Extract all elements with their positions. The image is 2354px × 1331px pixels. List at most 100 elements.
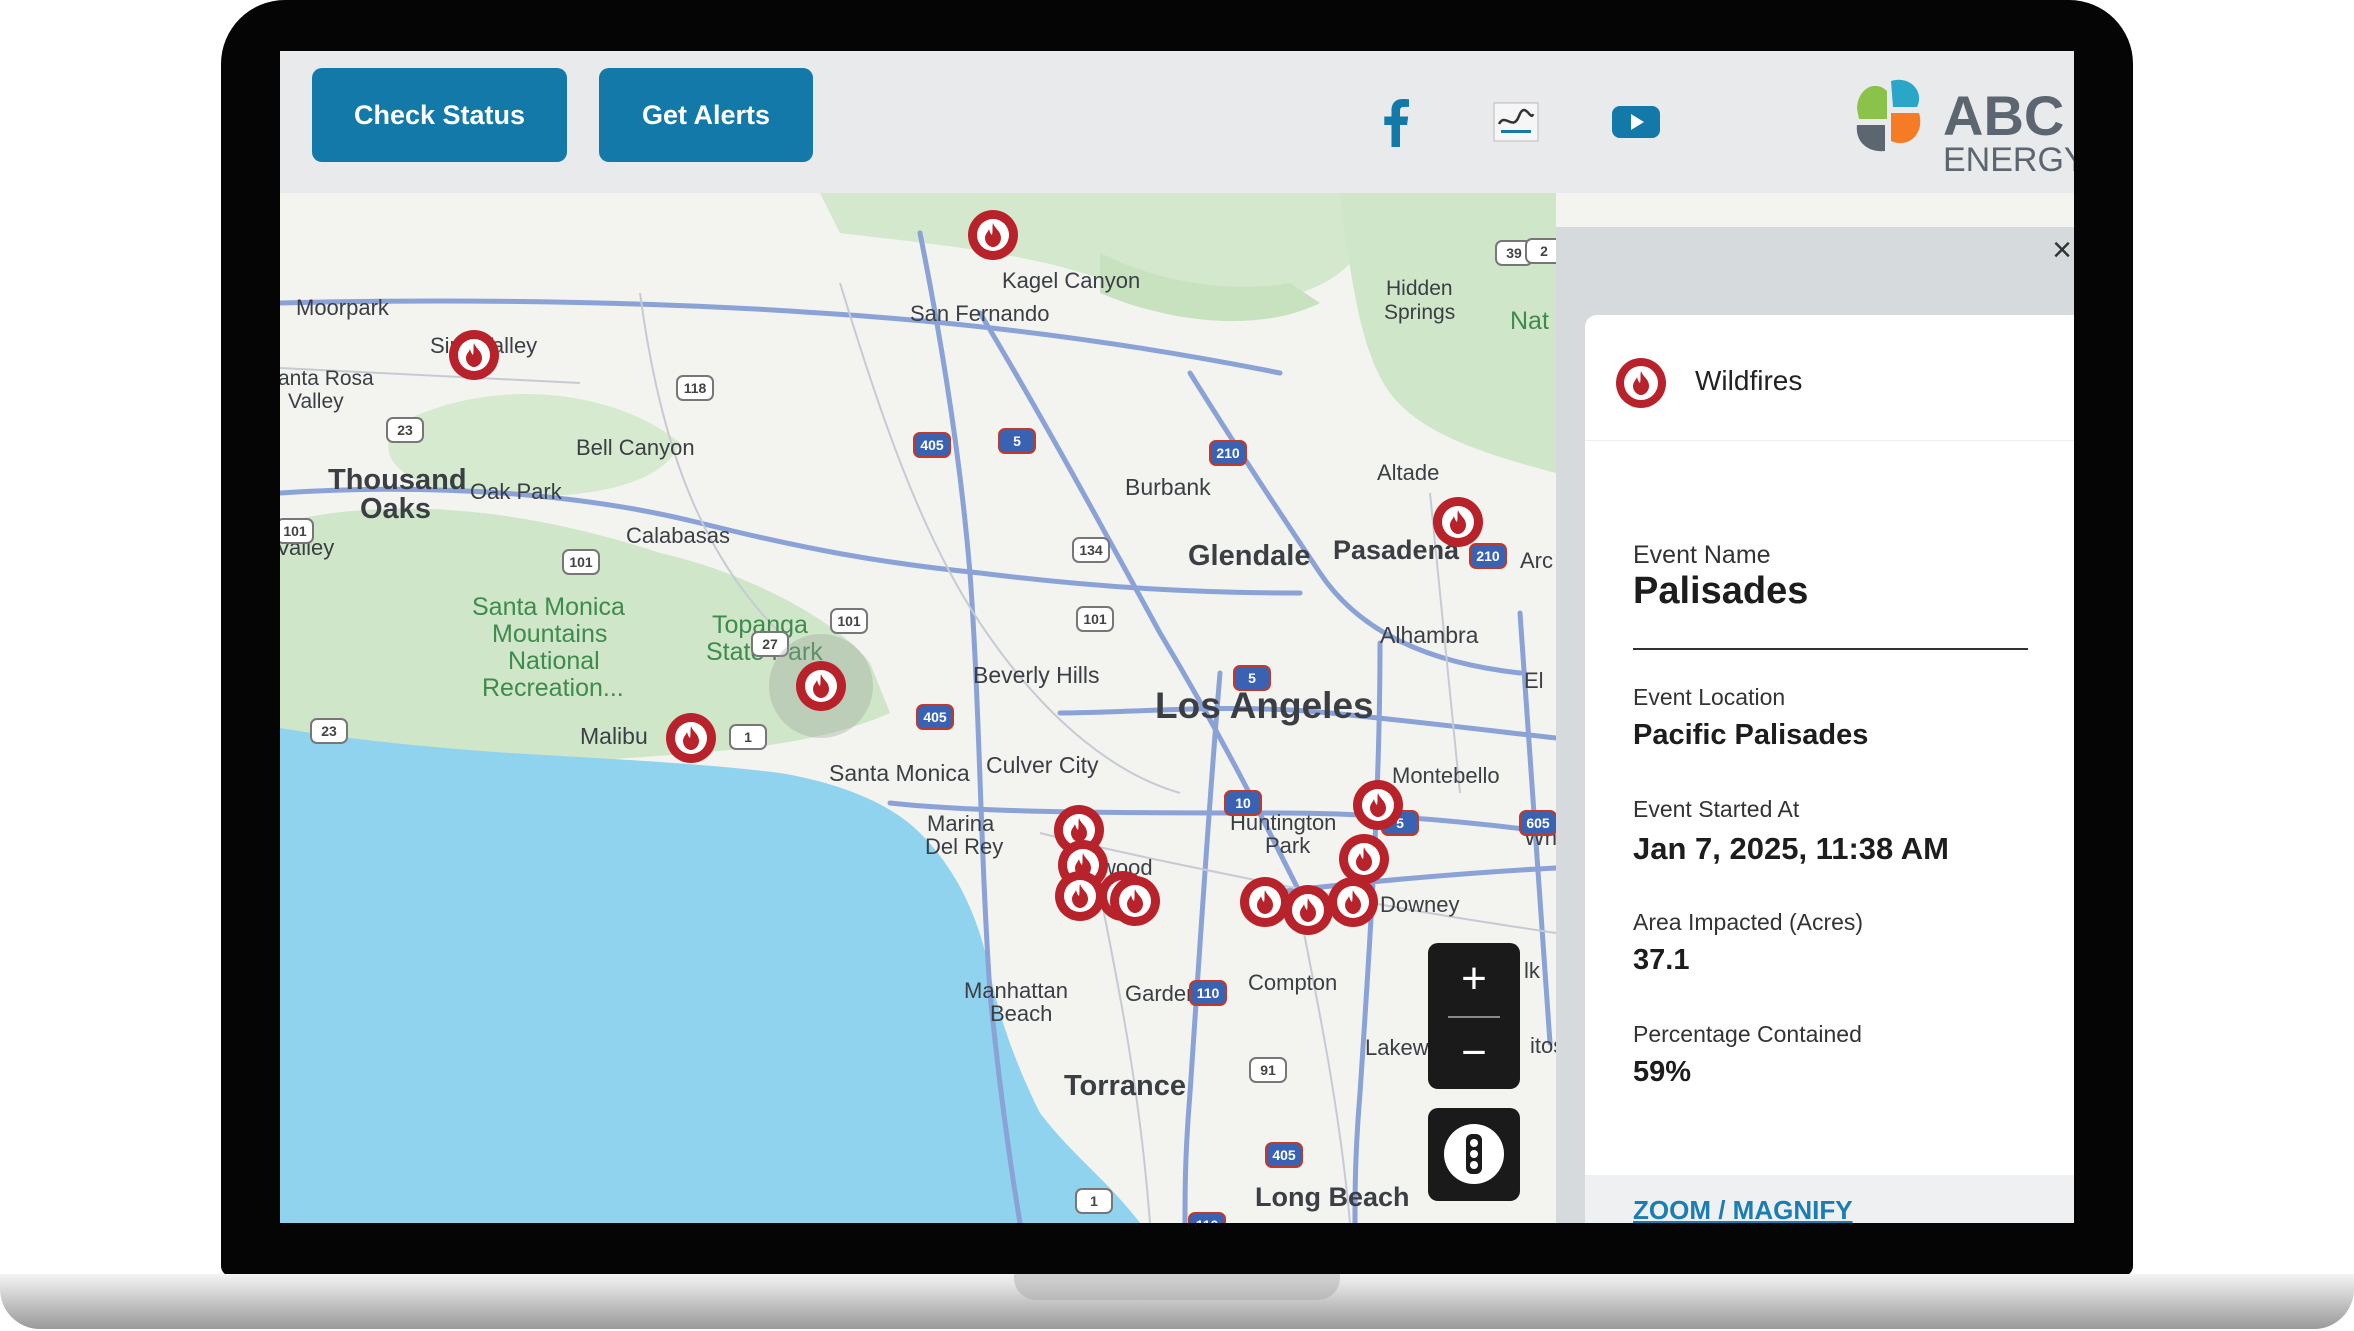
route-shield: 405 [1265,1142,1303,1168]
map-label: San Fernando [910,301,1049,326]
route-shield: 210 [1209,440,1247,466]
map-label: Springs [1384,301,1455,324]
map-label: Hidden [1386,277,1453,300]
map-label: Santa Monica [829,760,970,786]
facebook-icon[interactable] [1367,93,1425,151]
area-impacted-value: 37.1 [1633,944,1690,976]
map-label: Oak Park [470,479,563,504]
event-name-divider [1633,648,2028,650]
map-label: Del Rey [925,834,1003,859]
zoom-control: + − [1428,943,1520,1089]
route-shield-label: 101 [837,613,861,629]
zoom-out-button[interactable]: − [1428,1017,1520,1089]
abc-energy-logo: ABC ENERGY [1847,69,2074,179]
map-label: Glendale [1188,540,1311,572]
wildfire-marker[interactable] [968,210,1018,260]
event-location-value: Pacific Palisades [1633,719,1869,751]
route-shield: 405 [913,432,951,458]
map-label: Manhattan [964,978,1068,1003]
event-start-label: Event Started At [1633,796,1800,822]
wildfire-icon [1616,358,1666,408]
map-label: Oaks [360,493,431,525]
route-shield-label: 210 [1216,445,1240,461]
map-label: Compton [1248,970,1337,995]
map-label: Calabasas [626,523,730,548]
map-label: Burbank [1125,474,1211,500]
route-shield: 91 [1249,1057,1287,1083]
route-shield: 134 [1072,537,1110,563]
map-label: Alhambra [1380,622,1479,648]
check-status-button[interactable]: Check Status [312,68,567,162]
wildfire-marker[interactable] [1283,885,1333,935]
app-screen: Check Status Get Alerts ABC ENERGY Moorp… [280,51,2074,1223]
map-label: Lakew [1365,1035,1429,1060]
youtube-icon[interactable] [1607,93,1665,151]
route-shield: 5 [998,428,1036,454]
wildfire-marker[interactable] [1055,871,1105,921]
route-shield-label: 91 [1260,1062,1276,1078]
map-label: National [508,647,600,675]
map-label: Beverly Hills [973,662,1100,688]
wildfire-marker[interactable] [1433,497,1483,547]
event-name-value: Palisades [1633,570,1809,612]
map-label: El [1524,668,1544,693]
route-shield-label: 101 [1083,611,1107,627]
route-shield-label: 110 [1196,1217,1219,1223]
route-shield: 110 [1189,980,1227,1006]
wildfire-marker[interactable] [796,661,846,711]
route-shield: 101 [280,518,314,544]
route-shield: 405 [916,704,954,730]
map-label: Thousand [328,464,467,496]
route-shield-label: 2 [1540,243,1548,259]
event-type-label: Wildfires [1695,365,1803,396]
partner-badge-icon[interactable] [1487,93,1545,151]
route-shield-label: 405 [1272,1147,1296,1163]
wildfire-marker[interactable] [1353,780,1403,830]
wildfire-marker[interactable] [666,713,716,763]
event-detail-card: Wildfires Event Name Palisades Event Loc… [1585,315,2074,1223]
event-type-header: Wildfires [1585,315,2074,441]
route-shield: 1 [729,724,767,750]
wildfire-marker[interactable] [449,330,499,380]
wildfire-marker[interactable] [1110,876,1160,926]
map-label: Bell Canyon [576,435,695,460]
route-shield: 101 [830,608,868,634]
route-shield-label: 23 [397,422,413,438]
zoom-in-button[interactable]: + [1428,943,1520,1015]
wildfire-marker[interactable] [1240,877,1290,927]
laptop-notch [1014,1274,1340,1300]
route-shield-label: 605 [1526,815,1550,831]
map-label: Montebello [1392,763,1500,788]
map-label: anta Rosa [280,367,374,390]
route-shield: 1 [1075,1188,1113,1214]
route-shield: 118 [676,375,714,401]
wildfire-marker[interactable] [1339,834,1389,884]
get-alerts-button[interactable]: Get Alerts [599,68,813,162]
zoom-magnify-link[interactable]: ZOOM / MAGNIFY [1633,1195,1853,1223]
map-label: lk [1524,958,1541,983]
route-shield-label: 5 [1248,670,1256,686]
wildfire-marker[interactable] [1328,877,1378,927]
route-shield: 23 [310,718,348,744]
brand-name-line2: ENERGY [1943,141,2074,179]
close-panel-button[interactable]: × [2047,233,2074,267]
route-shield-label: 118 [684,380,707,396]
route-shield-label: 210 [1476,548,1500,564]
map-label: Santa Monica [472,593,625,621]
event-name-label: Event Name [1633,541,1771,569]
route-shield-label: 27 [762,636,778,652]
percentage-contained-label: Percentage Contained [1633,1021,1862,1047]
route-shield-label: 405 [923,709,947,725]
layers-button[interactable] [1428,1108,1520,1201]
route-shield-label: 101 [283,523,307,539]
route-shield: 10 [1224,790,1262,816]
route-shield-label: 134 [1079,542,1103,558]
map-label: Park [1265,833,1311,858]
route-shield: 605 [1519,810,1557,836]
route-shield-label: 101 [569,554,593,570]
map-label: Arc [1520,548,1553,573]
map-label: Culver City [986,752,1099,778]
traffic-light-icon [1444,1124,1504,1184]
route-shield-label: 1 [1090,1193,1098,1209]
top-bar: Check Status Get Alerts ABC ENERGY [280,51,2074,193]
